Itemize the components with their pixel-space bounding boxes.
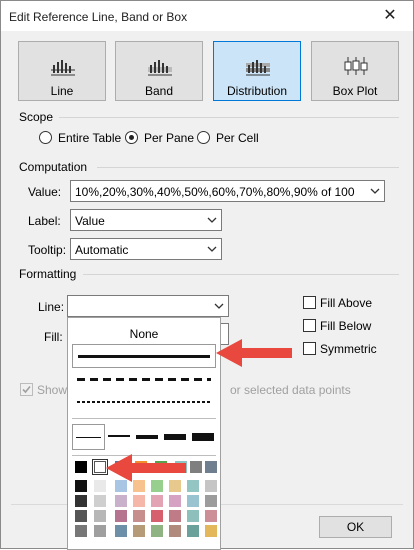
radio-circle-selected	[125, 131, 138, 144]
chevron-down-icon	[370, 188, 380, 194]
chevron-down-icon	[214, 303, 224, 309]
show-label-end: or selected data points	[230, 383, 351, 397]
close-button[interactable]: ✕	[367, 1, 413, 31]
checkbox-box	[303, 319, 316, 332]
scope-heading: Scope	[19, 110, 54, 124]
color-swatch[interactable]	[190, 461, 202, 473]
tooltip-label: Tooltip:	[28, 243, 67, 257]
show-label-start: Show	[37, 383, 68, 397]
title-bar: Edit Reference Line, Band or Box ✕	[1, 1, 413, 31]
dialog-window: Edit Reference Line, Band or Box ✕ Line …	[0, 0, 414, 550]
line-style-popup: None	[67, 317, 221, 550]
color-swatch[interactable]	[75, 461, 87, 473]
color-swatch[interactable]	[169, 495, 181, 507]
computation-divider	[97, 167, 399, 168]
line-none-option[interactable]: None	[68, 327, 220, 341]
line-width-1-option[interactable]	[72, 424, 105, 450]
color-swatch[interactable]	[115, 525, 127, 537]
formatting-divider	[83, 274, 399, 275]
line-label: Line:	[38, 300, 65, 314]
color-swatch[interactable]	[151, 495, 163, 507]
type-distribution-button[interactable]: Distribution	[213, 41, 301, 101]
type-line-label: Line	[50, 84, 74, 98]
color-swatch-gray[interactable]	[94, 510, 106, 522]
radio-circle	[197, 131, 210, 144]
color-swatch[interactable]	[187, 480, 199, 492]
popup-divider	[72, 418, 216, 419]
fill-label: Fill:	[44, 330, 63, 344]
annotation-arrow-line	[216, 339, 292, 367]
label-dropdown[interactable]: Value	[70, 209, 222, 231]
radio-circle	[39, 131, 52, 144]
type-line-button[interactable]: Line	[18, 41, 106, 101]
computation-heading: Computation	[19, 160, 88, 174]
color-swatch[interactable]	[169, 525, 181, 537]
radio-entire-table-label: Entire Table	[58, 131, 122, 145]
band-chart-icon	[148, 60, 172, 76]
chevron-down-icon	[207, 217, 217, 223]
color-swatch[interactable]	[205, 495, 217, 507]
distribution-chart-icon	[246, 60, 270, 76]
line-style-solid-option[interactable]	[72, 344, 216, 368]
color-swatch[interactable]	[187, 510, 199, 522]
color-swatch[interactable]	[115, 495, 127, 507]
color-swatch[interactable]	[205, 461, 217, 473]
value-dropdown[interactable]: 10%,20%,30%,40%,50%,60%,70%,80%,90% of 1…	[70, 180, 385, 202]
line-style-dashed-option[interactable]	[72, 368, 216, 392]
color-swatch[interactable]	[205, 525, 217, 537]
color-swatch-gray[interactable]	[75, 480, 87, 492]
line-chart-icon	[51, 60, 75, 76]
value-label: Value:	[28, 185, 62, 199]
fill-above-label: Fill Above	[320, 296, 373, 310]
checkbox-box-checked	[20, 383, 33, 396]
color-swatch[interactable]	[187, 495, 199, 507]
type-box-plot-button[interactable]: Box Plot	[311, 41, 399, 101]
line-width-3-option[interactable]	[133, 424, 161, 450]
tooltip-dropdown[interactable]: Automatic	[70, 238, 222, 260]
radio-per-cell-label: Per Cell	[216, 131, 259, 145]
ok-button[interactable]: OK	[319, 516, 392, 538]
color-swatch[interactable]	[205, 480, 217, 492]
color-swatch[interactable]	[151, 525, 163, 537]
color-swatch[interactable]	[187, 525, 199, 537]
type-band-button[interactable]: Band	[115, 41, 203, 101]
radio-per-pane-label: Per Pane	[144, 131, 195, 145]
line-width-5-option[interactable]	[189, 424, 217, 450]
color-swatch[interactable]	[133, 510, 145, 522]
color-swatch-gray[interactable]	[94, 525, 106, 537]
line-style-dropdown[interactable]	[67, 295, 229, 317]
formatting-heading: Formatting	[19, 267, 77, 281]
value-dropdown-text: 10%,20%,30%,40%,50%,60%,70%,80%,90% of 1…	[75, 185, 355, 199]
type-distribution-label: Distribution	[226, 84, 288, 98]
line-width-2-option[interactable]	[105, 424, 133, 450]
color-swatch[interactable]	[151, 510, 163, 522]
scope-divider	[59, 117, 399, 118]
chevron-down-icon	[207, 246, 217, 252]
symmetric-label: Symmetric	[320, 342, 377, 356]
checkbox-box	[303, 296, 316, 309]
type-band-label: Band	[144, 84, 174, 98]
annotation-arrow-color	[106, 454, 186, 482]
color-swatch[interactable]	[133, 495, 145, 507]
fill-below-label: Fill Below	[320, 319, 372, 333]
box-plot-icon	[344, 57, 368, 75]
color-swatch[interactable]	[115, 510, 127, 522]
label-dropdown-text: Value	[75, 214, 105, 228]
checkmark-icon	[22, 385, 31, 394]
color-swatch[interactable]	[169, 510, 181, 522]
line-style-dotted-option[interactable]	[72, 391, 216, 415]
color-swatch-gray[interactable]	[75, 525, 87, 537]
color-swatch[interactable]	[205, 510, 217, 522]
checkbox-box	[303, 342, 316, 355]
window-title: Edit Reference Line, Band or Box	[9, 10, 188, 24]
color-swatch[interactable]	[133, 525, 145, 537]
color-swatch-gray[interactable]	[94, 495, 106, 507]
tooltip-dropdown-text: Automatic	[75, 243, 129, 257]
label-label: Label:	[28, 214, 61, 228]
line-width-4-option[interactable]	[161, 424, 189, 450]
color-swatch-gray[interactable]	[75, 495, 87, 507]
type-box-plot-label: Box Plot	[332, 84, 378, 98]
color-swatch-gray[interactable]	[75, 510, 87, 522]
